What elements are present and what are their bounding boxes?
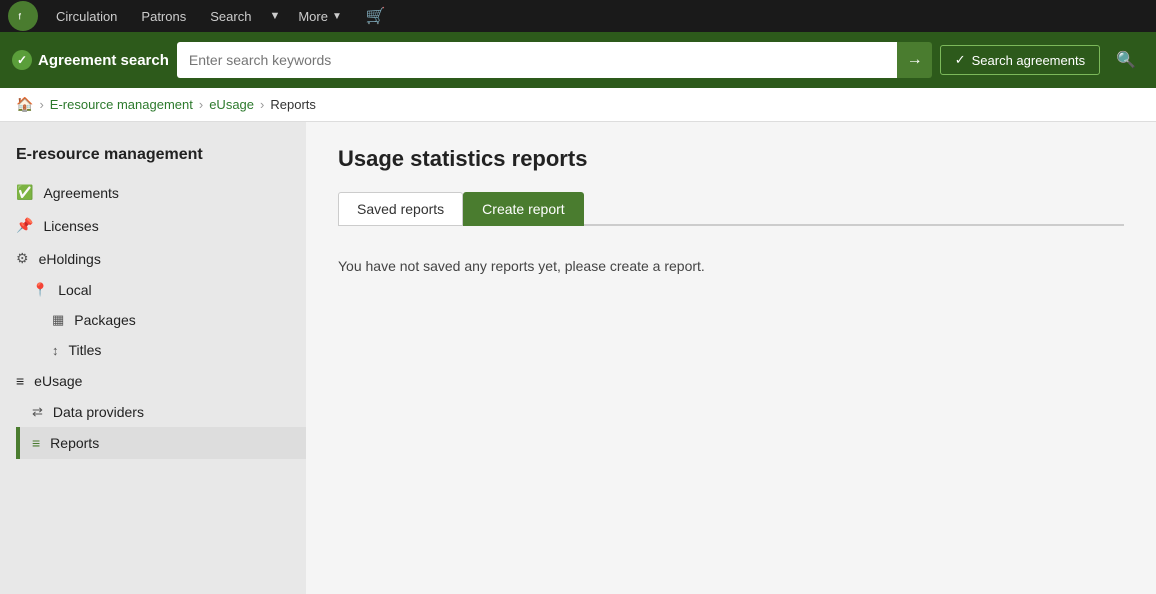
sidebar-label-packages: Packages [74,312,135,328]
sidebar-label-licenses: Licenses [43,218,98,234]
sidebar: E-resource management ✅ Agreements 📌 Lic… [0,122,306,594]
sidebar-item-agreements[interactable]: ✅ Agreements [0,176,306,209]
top-navigation: f Circulation Patrons Search ▼ More ▼ 🛒 [0,0,1156,32]
breadcrumb-current: Reports [270,97,316,112]
search-input[interactable] [177,42,898,78]
cart-icon[interactable]: 🛒 [354,0,398,32]
sidebar-item-reports[interactable]: ≡ Reports [16,427,306,459]
titles-icon: ↕ [52,343,59,358]
sidebar-item-local[interactable]: 📍 Local [16,275,306,305]
sidebar-item-titles[interactable]: ↕ Titles [36,335,306,365]
breadcrumb: 🏠 › E-resource management › eUsage › Rep… [0,88,1156,122]
eholdings-icon: ⚙ [16,250,29,267]
sidebar-label-titles: Titles [69,342,102,358]
licenses-icon: 📌 [16,217,33,234]
local-icon: 📍 [32,282,48,298]
tab-saved-reports[interactable]: Saved reports [338,192,463,226]
search-agreements-button[interactable]: ✓ Search agreements [940,45,1100,75]
sidebar-item-licenses[interactable]: 📌 Licenses [0,209,306,242]
sidebar-label-eholdings: eHoldings [39,251,101,267]
sidebar-item-eholdings[interactable]: ⚙ eHoldings [0,242,306,275]
sidebar-item-eusage[interactable]: ≡ eUsage [0,365,306,397]
sidebar-subgroup-eholdings: 📍 Local ▦ Packages ↕ Titles [0,275,306,365]
tabs-bar: Saved reports Create report [338,192,1124,226]
search-bar-label: ✓ Agreement search [12,50,169,70]
search-bar: ✓ Agreement search → ✓ Search agreements… [0,32,1156,88]
sidebar-heading: E-resource management [0,138,306,176]
search-extra-button[interactable]: 🔍 [1108,44,1144,76]
tab-create-report[interactable]: Create report [463,192,583,226]
sidebar-label-agreements: Agreements [43,185,118,201]
folio-logo[interactable]: f [8,1,38,31]
nav-more[interactable]: More ▼ [286,0,354,32]
sidebar-label-local: Local [58,282,91,298]
breadcrumb-sep-2: › [199,97,203,112]
home-icon[interactable]: 🏠 [16,96,33,113]
sidebar-label-reports: Reports [50,435,99,451]
sidebar-label-data-providers: Data providers [53,404,144,420]
nav-search[interactable]: Search [198,0,263,32]
breadcrumb-eusage[interactable]: eUsage [209,97,254,112]
more-arrow-icon: ▼ [332,11,342,22]
search-submit-button[interactable]: → [897,42,931,78]
main-layout: E-resource management ✅ Agreements 📌 Lic… [0,122,1156,594]
check-icon: ✓ [955,52,966,68]
main-content: Usage statistics reports Saved reports C… [306,122,1156,594]
breadcrumb-sep-1: › [39,97,43,112]
sidebar-subgroup-eusage: ⇄ Data providers ≡ Reports [0,397,306,459]
check-circle-icon: ✓ [12,50,32,70]
eusage-icon: ≡ [16,373,24,389]
sidebar-item-packages[interactable]: ▦ Packages [36,305,306,335]
reports-icon: ≡ [32,435,40,451]
sidebar-item-data-providers[interactable]: ⇄ Data providers [16,397,306,427]
nav-circulation[interactable]: Circulation [44,0,129,32]
breadcrumb-eresource[interactable]: E-resource management [50,97,193,112]
nav-patrons[interactable]: Patrons [129,0,198,32]
breadcrumb-sep-3: › [260,97,264,112]
sidebar-label-eusage: eUsage [34,373,82,389]
search-input-wrapper: → [177,42,932,78]
nav-search-dropdown[interactable]: ▼ [263,0,286,32]
data-providers-icon: ⇄ [32,404,43,420]
agreements-icon: ✅ [16,184,33,201]
sidebar-subgroup-local: ▦ Packages ↕ Titles [16,305,306,365]
packages-icon: ▦ [52,312,64,328]
empty-state-message: You have not saved any reports yet, plea… [338,246,1124,286]
page-title: Usage statistics reports [338,146,1124,172]
